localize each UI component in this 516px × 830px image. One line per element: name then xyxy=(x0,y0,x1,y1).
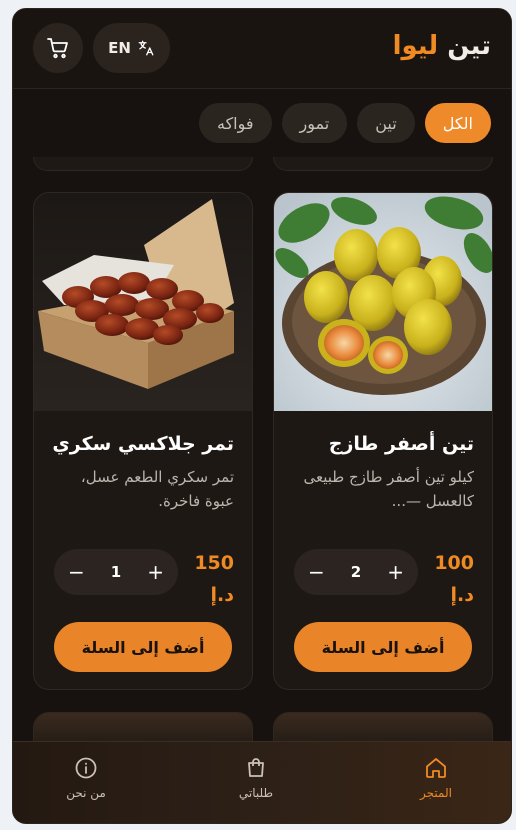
app-brand: تين ليوا xyxy=(393,31,491,61)
language-label: EN xyxy=(108,39,131,57)
card-bottom-edge xyxy=(33,157,253,171)
category-tabs: الكل تين تمور فواكه xyxy=(198,103,491,143)
product-description: تمر سكري الطعم عسل، عبوة فاخرة. xyxy=(80,468,234,510)
tab-fruits[interactable]: فواكه xyxy=(198,103,272,143)
product-info: تين أصفر طازج كيلو تين أصفر طازج طبيعى ك… xyxy=(274,411,492,513)
price-currency: د.إ xyxy=(210,584,234,606)
product-card-galaxy-dates[interactable]: تمر جلاكسي سكري تمر سكري الطعم عسل، عبوة… xyxy=(33,192,253,690)
product-image-galaxy-dates xyxy=(34,193,252,411)
product-title: تمر جلاكسي سكري xyxy=(52,433,234,455)
home-icon xyxy=(426,758,446,778)
price-value: 100 xyxy=(434,552,474,574)
minus-icon[interactable]: − xyxy=(308,560,325,584)
top-bar: EN تين ليوا xyxy=(13,9,511,89)
price-and-quantity: 100 د.إ − 2 + xyxy=(292,547,474,607)
tab-dates[interactable]: تمور xyxy=(281,103,348,143)
card-bottom-edge xyxy=(273,157,493,171)
plus-icon[interactable]: + xyxy=(147,560,164,584)
quantity-value: 1 xyxy=(110,563,122,581)
tab-all[interactable]: الكل xyxy=(424,103,491,143)
brand-word-2: ليوا xyxy=(392,31,439,61)
nav-item-store[interactable]: المتجر xyxy=(391,756,481,800)
product-price: 100 د.إ xyxy=(434,547,474,611)
previous-cards-edge xyxy=(13,157,511,175)
cart-icon xyxy=(47,38,68,59)
translate-icon xyxy=(138,40,154,56)
bottom-navigation: المتجر طلباتي من نحن xyxy=(13,741,511,823)
quantity-stepper: − 2 + xyxy=(294,549,418,595)
product-image-yellow-figs xyxy=(274,193,492,411)
price-value: 150 xyxy=(194,552,234,574)
nav-label-store: المتجر xyxy=(420,786,452,800)
nav-item-orders[interactable]: طلباتي xyxy=(211,756,301,800)
price-and-quantity: 150 د.إ − 1 + xyxy=(52,547,234,607)
minus-icon[interactable]: − xyxy=(68,560,85,584)
quantity-stepper: − 1 + xyxy=(54,549,178,595)
product-description: كيلو تين أصفر طازج طبيعى كالعسل —... xyxy=(303,468,474,510)
tab-figs[interactable]: تين xyxy=(357,103,415,143)
brand-word-1: تين xyxy=(447,31,491,61)
shopping-bag-icon xyxy=(248,758,264,777)
nav-item-about[interactable]: من نحن xyxy=(41,756,131,800)
product-price: 150 د.إ xyxy=(194,547,234,611)
add-to-cart-button[interactable]: أضف إلى السلة xyxy=(54,622,232,672)
quantity-value: 2 xyxy=(350,563,362,581)
nav-label-orders: طلباتي xyxy=(238,786,274,800)
add-to-cart-button[interactable]: أضف إلى السلة xyxy=(294,622,472,672)
nav-label-about: من نحن xyxy=(66,786,106,800)
product-title: تين أصفر طازج xyxy=(328,433,474,455)
product-card-yellow-figs[interactable]: تين أصفر طازج كيلو تين أصفر طازج طبيعى ك… xyxy=(273,192,493,690)
language-toggle-button[interactable]: EN xyxy=(93,23,170,73)
product-info: تمر جلاكسي سكري تمر سكري الطعم عسل، عبوة… xyxy=(34,411,252,513)
cart-button[interactable] xyxy=(33,23,83,73)
plus-icon[interactable]: + xyxy=(387,560,404,584)
app-screen: EN تين ليوا الكل تين تمور فواكه تين أصفر… xyxy=(12,8,512,824)
price-currency: د.إ xyxy=(450,584,474,606)
info-icon xyxy=(75,757,97,779)
